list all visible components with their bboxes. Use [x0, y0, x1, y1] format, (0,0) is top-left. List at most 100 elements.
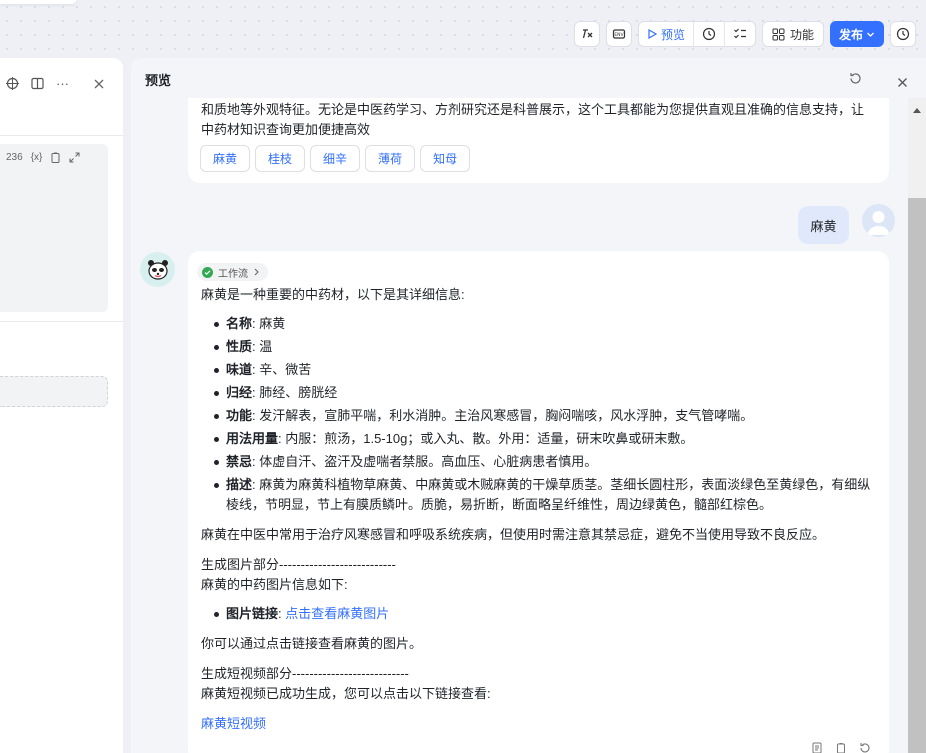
regenerate-icon[interactable]	[859, 742, 871, 753]
list-item: 描述: 麻黄为麻黄科植物草麻黄、中麻黄或木贼麻黄的干燥草质茎。茎细长圆柱形，表面…	[201, 475, 876, 515]
message-actions	[811, 742, 871, 753]
image-section-header: 生成图片部分---------------------------	[201, 557, 396, 572]
item-key: 味道	[226, 362, 253, 377]
node-config-panel: ··· 236 {x}	[0, 58, 123, 753]
item-value: : 麻黄	[252, 316, 286, 331]
scroll-up-arrow-icon[interactable]	[912, 107, 922, 114]
bot-content: 麻黄是一种重要的中药材，以下是其详细信息: 名称: 麻黄 性质: 温 味道: 辛…	[201, 285, 876, 734]
item-key: 描述	[226, 477, 253, 492]
copy-icon[interactable]	[50, 152, 61, 163]
add-dropzone[interactable]	[0, 376, 108, 407]
panda-icon	[147, 259, 168, 280]
close-icon[interactable]	[897, 77, 908, 88]
workflow-label: 工作流	[218, 268, 248, 280]
env-icon: ENV	[612, 29, 626, 39]
list-item: 功能: 发汗解表，宣肺平喘，利水消肿。主治风寒感冒，胸闷喘咳，风水浮肿，支气管哮…	[201, 406, 876, 426]
history-button[interactable]	[890, 21, 916, 47]
video-section-intro: 麻黄短视频已成功生成，您可以点击以下链接查看:	[201, 686, 491, 701]
debug-button[interactable]	[692, 22, 724, 46]
preview-button[interactable]: 预览	[639, 22, 693, 46]
bot-message: 工作流 麻黄是一种重要的中药材，以下是其详细信息: 名称: 麻黄 性质: 温 味…	[188, 251, 889, 753]
intro-text: 麻黄是一种重要的中药材，以下是其详细信息:	[201, 287, 465, 302]
divider	[0, 321, 123, 322]
item-key: 用法用量	[226, 431, 279, 446]
code-editor[interactable]: 236 {x}	[0, 144, 108, 312]
code-meta: 236 {x}	[6, 152, 80, 163]
more-icon[interactable]: ···	[56, 76, 69, 91]
list-item: 性质: 温	[201, 337, 876, 357]
item-key: 名称	[226, 316, 253, 331]
chat-scroll-area[interactable]: 和质地等外观特征。无论是中医药学习、方剂研究还是科普展示，这个工具都能为您提供直…	[131, 98, 926, 753]
copy-icon[interactable]	[835, 742, 847, 753]
document-icon[interactable]	[811, 742, 823, 753]
scrollbar-thumb[interactable]	[908, 198, 926, 753]
item-value: : 内服：煎汤，1.5-10g；或入丸、散。外用：适量，研末吹鼻或研末敷。	[278, 431, 694, 446]
item-value: : 发汗解表，宣肺平喘，利水消肿。主治风寒感冒，胸闷喘咳，风水浮肿，支气管哮喘。	[252, 408, 754, 423]
item-key: 性质	[226, 339, 253, 354]
item-value: : 辛、微苦	[252, 362, 312, 377]
video-section-header: 生成短视频部分---------------------------	[201, 666, 409, 681]
herb-info-list: 名称: 麻黄 性质: 温 味道: 辛、微苦 归经: 肺经、膀胱经 功能: 发汗解…	[201, 314, 876, 515]
clock-check-icon	[702, 27, 716, 41]
clear-format-icon	[582, 29, 593, 39]
preview-group: 预览	[637, 21, 756, 47]
publish-button[interactable]: 发布	[829, 21, 884, 47]
list-item: 禁忌: 体虚自汗、盗汗及虚喘者禁服。高血压、心脏病患者慎用。	[201, 452, 876, 472]
suggestion-chips: 麻黄 桂枝 细辛 薄荷 知母	[200, 145, 471, 172]
code-count: 236	[6, 152, 23, 163]
function-button[interactable]: 功能	[761, 21, 824, 47]
grid-icon	[772, 28, 785, 40]
summary-text: 麻黄在中医中常用于治疗风寒感冒和呼吸系统疾病，但使用时需注意其禁忌症，避免不当使…	[201, 527, 826, 542]
preview-panel: 预览 和质地等外观特征。无论是中医药学习、方剂研究还是科普展示，这个工具都能为您…	[131, 58, 926, 753]
play-icon	[648, 29, 657, 39]
item-value: : 麻黄为麻黄科植物草麻黄、中麻黄或木贼麻黄的干燥草质茎。茎细长圆柱形，表面淡绿…	[226, 477, 871, 512]
list-item: 归经: 肺经、膀胱经	[201, 383, 876, 403]
chevron-down-icon	[867, 32, 874, 37]
history-icon	[896, 27, 910, 41]
list-item: 用法用量: 内服：煎汤，1.5-10g；或入丸、散。外用：适量，研末吹鼻或研末敷…	[201, 429, 876, 449]
list-item: 名称: 麻黄	[201, 314, 876, 334]
video-link[interactable]: 麻黄短视频	[201, 716, 266, 731]
suggestion-chip[interactable]: 薄荷	[365, 145, 416, 172]
image-link-list: 图片链接: 点击查看麻黄图片	[201, 604, 876, 624]
chevron-right-icon	[254, 268, 259, 276]
item-value: : 肺经、膀胱经	[252, 385, 338, 400]
canvas-tab	[0, 0, 76, 4]
checklist-button[interactable]	[723, 22, 755, 46]
split-view-icon[interactable]	[31, 77, 44, 90]
item-key: 禁忌	[226, 454, 253, 469]
checklist-icon	[734, 28, 746, 39]
top-toolbar: ENV 预览 功能 发布	[573, 21, 916, 47]
image-link[interactable]: 点击查看麻黄图片	[285, 606, 389, 621]
suggestion-chip[interactable]: 细辛	[310, 145, 361, 172]
workflow-tag[interactable]: 工作流	[197, 263, 268, 281]
function-label: 功能	[789, 27, 814, 42]
user-avatar	[862, 204, 895, 237]
target-icon[interactable]	[6, 77, 19, 90]
message-text: 和质地等外观特征。无论是中医药学习、方剂研究还是科普展示，这个工具都能为您提供直…	[201, 102, 865, 137]
refresh-icon[interactable]	[849, 72, 862, 85]
divider	[0, 135, 123, 136]
item-key: 归经	[226, 385, 253, 400]
svg-text:ENV: ENV	[614, 32, 624, 38]
variable-icon[interactable]: {x}	[31, 152, 43, 163]
close-icon[interactable]	[93, 78, 105, 90]
suggestion-chip[interactable]: 知母	[420, 145, 471, 172]
env-button[interactable]: ENV	[605, 21, 632, 47]
bot-avatar	[140, 252, 175, 287]
user-message: 麻黄	[798, 206, 849, 244]
item-key: 功能	[226, 408, 253, 423]
publish-label: 发布	[838, 27, 863, 42]
list-item: 味道: 辛、微苦	[201, 360, 876, 380]
item-value: : 体虚自汗、盗汗及虚喘者禁服。高血压、心脏病患者慎用。	[252, 454, 598, 469]
bot-message-previous: 和质地等外观特征。无论是中医药学习、方剂研究还是科普展示，这个工具都能为您提供直…	[188, 98, 889, 183]
suggestion-chip[interactable]: 麻黄	[200, 145, 251, 172]
item-value: : 温	[252, 339, 273, 354]
list-item: 图片链接: 点击查看麻黄图片	[201, 604, 876, 624]
suggestion-chip[interactable]: 桂枝	[255, 145, 306, 172]
image-section-intro: 麻黄的中药图片信息如下:	[201, 577, 348, 592]
clear-format-button[interactable]	[573, 21, 600, 47]
expand-icon[interactable]	[69, 152, 80, 163]
preview-title: 预览	[145, 73, 172, 88]
check-circle-icon	[202, 266, 213, 278]
